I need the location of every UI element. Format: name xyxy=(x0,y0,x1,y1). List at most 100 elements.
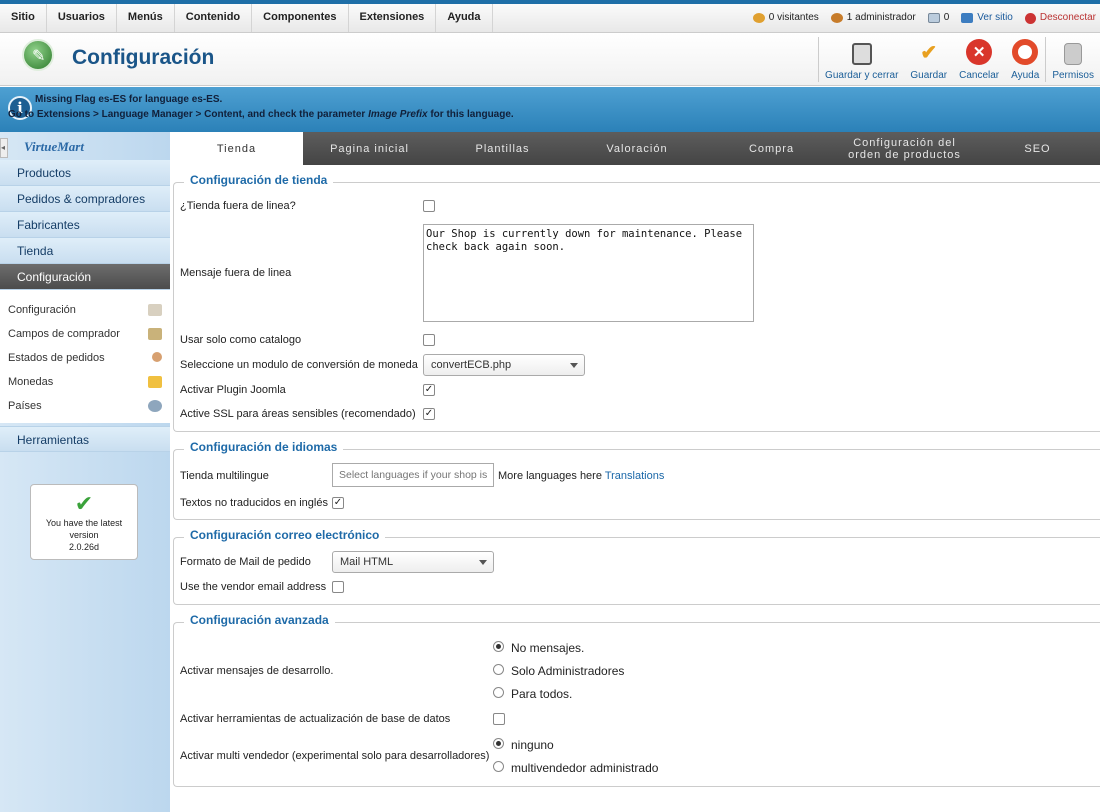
version-box: ✔ You have the latest version 2.0.26d xyxy=(30,484,138,560)
menu-contenido[interactable]: Contenido xyxy=(175,4,253,32)
joomla-plugin-checkbox[interactable]: ✓ xyxy=(423,384,435,396)
more-languages-label: More languages here xyxy=(498,470,602,482)
tab-plantillas[interactable]: Plantillas xyxy=(436,132,569,165)
view-site-link[interactable]: Ver sitio xyxy=(961,4,1013,32)
page-header: ✎ Configuración Guardar y cerrar ✔ Guarda… xyxy=(0,33,1100,86)
coins-icon xyxy=(148,376,162,388)
untranslated-checkbox[interactable]: ✓ xyxy=(332,497,344,509)
menu-menus[interactable]: Menús xyxy=(117,4,175,32)
vendor-email-checkbox[interactable] xyxy=(332,581,344,593)
subnav-campos[interactable]: Campos de comprador xyxy=(0,322,170,346)
dev-radio-admins[interactable] xyxy=(493,664,504,675)
section-title: Configuración correo electrónico xyxy=(184,528,386,542)
permissions-button[interactable]: Permisos xyxy=(1046,33,1100,86)
multivendor-option-none: ninguno xyxy=(511,738,554,752)
sidebar-item-tienda[interactable]: Tienda xyxy=(0,238,170,264)
virtuemart-logo[interactable]: VirtueMart xyxy=(10,135,130,160)
menu-ayuda[interactable]: Ayuda xyxy=(436,4,493,32)
monitor-icon xyxy=(961,13,974,23)
logout-label: Desconectar xyxy=(1039,12,1096,23)
menu-componentes[interactable]: Componentes xyxy=(252,4,349,32)
menu-usuarios[interactable]: Usuarios xyxy=(47,4,117,32)
dev-radio-all[interactable] xyxy=(493,687,504,698)
user-icon xyxy=(830,13,843,23)
system-message: i Missing Flag es-ES for language es-ES.… xyxy=(0,87,1100,132)
logout-link[interactable]: Desconectar xyxy=(1024,4,1096,32)
mail-icon xyxy=(927,13,940,23)
multivendor-option-admin: multivendedor administrado xyxy=(511,761,659,775)
floppy-icon xyxy=(851,43,872,65)
config-subnav: Configuración Campos de comprador Estado… xyxy=(0,290,170,423)
sidebar-item-herramientas[interactable]: Herramientas xyxy=(0,426,170,452)
page-title: Configuración xyxy=(72,46,215,69)
subnav-paises[interactable]: Países xyxy=(0,394,170,418)
section-title: Configuración de tienda xyxy=(184,173,334,187)
untranslated-label: Textos no traducidos en inglés xyxy=(180,497,328,509)
catalog-checkbox[interactable] xyxy=(423,334,435,346)
multivendor-radio-admin[interactable] xyxy=(493,761,504,772)
chevron-down-icon xyxy=(479,560,487,565)
offline-checkbox[interactable] xyxy=(423,200,435,212)
subnav-configuracion[interactable]: Configuración xyxy=(0,298,170,322)
menu-extensiones[interactable]: Extensiones xyxy=(349,4,437,32)
users-icon xyxy=(752,13,765,23)
languages-input[interactable] xyxy=(332,463,494,487)
more-languages-text: More languages here Translations xyxy=(498,470,664,482)
sidebar-item-productos[interactable]: Productos xyxy=(0,160,170,186)
tools-icon xyxy=(148,304,162,316)
offline-message-label: Mensaje fuera de linea xyxy=(180,267,292,279)
message-text: Go to Extensions > Language Manager > Co… xyxy=(8,109,369,120)
sidebar-item-pedidos[interactable]: Pedidos & compradores xyxy=(0,186,170,212)
subnav-configuracion-label: Configuración xyxy=(8,304,76,316)
main-menu: Sitio Usuarios Menús Contenido Component… xyxy=(0,4,493,32)
help-label: Ayuda xyxy=(1011,70,1040,81)
checkmark-icon: ✔ xyxy=(920,41,938,64)
virtuemart-logo-text: VirtueMart xyxy=(24,139,84,154)
status-bar: 0 visitantes 1 administrador 0 Ver sitio… xyxy=(741,4,1096,32)
form-icon xyxy=(148,328,162,340)
subnav-monedas[interactable]: Monedas xyxy=(0,370,170,394)
toolbar: Guardar y cerrar ✔ Guardar ✕ Cancelar Ayud… xyxy=(818,33,1100,86)
collapse-sidebar-button[interactable]: ◂ xyxy=(0,138,8,158)
subnav-campos-label: Campos de comprador xyxy=(8,328,120,340)
multivendor-radio-none[interactable] xyxy=(493,738,504,749)
cancel-button[interactable]: ✕ Cancelar xyxy=(953,33,1005,86)
save-button[interactable]: ✔ Guardar xyxy=(904,33,953,86)
section-title: Configuración avanzada xyxy=(184,613,335,627)
version-line-2: version xyxy=(69,530,99,540)
globe-icon xyxy=(148,400,162,412)
version-line-1: You have the latest xyxy=(45,518,123,528)
tab-valoracion[interactable]: Valoración xyxy=(569,132,705,165)
subnav-estados[interactable]: Estados de pedidos xyxy=(0,346,170,370)
tab-tienda[interactable]: Tienda xyxy=(170,132,303,165)
sidebar: ◂ VirtueMart Productos Pedidos & comprad… xyxy=(0,132,170,812)
ssl-checkbox[interactable]: ✓ xyxy=(423,408,435,420)
save-close-label: Guardar y cerrar xyxy=(825,70,899,81)
currency-module-value: convertECB.php xyxy=(431,359,512,371)
currency-module-select[interactable]: convertECB.php xyxy=(423,354,585,376)
help-button[interactable]: Ayuda xyxy=(1005,33,1045,86)
messages-status[interactable]: 0 xyxy=(927,4,949,32)
menu-sitio[interactable]: Sitio xyxy=(0,4,47,32)
sidebar-item-fabricantes[interactable]: Fabricantes xyxy=(0,212,170,238)
sidebar-item-configuracion[interactable]: Configuración xyxy=(0,264,170,290)
tab-pagina-inicial[interactable]: Pagina inicial xyxy=(303,132,436,165)
subnav-estados-label: Estados de pedidos xyxy=(8,352,105,364)
tab-compra[interactable]: Compra xyxy=(705,132,838,165)
permissions-label: Permisos xyxy=(1052,70,1094,81)
save-close-button[interactable]: Guardar y cerrar xyxy=(819,33,904,86)
dev-option-admins: Solo Administradores xyxy=(511,664,625,678)
mail-format-select[interactable]: Mail HTML xyxy=(332,551,494,573)
tab-seo[interactable]: SEO xyxy=(971,132,1100,165)
db-tools-label: Activar herramientas de actualización de… xyxy=(180,713,451,725)
admins-status: 1 administrador xyxy=(830,4,916,32)
dev-radio-none[interactable] xyxy=(493,641,504,652)
offline-message-textarea[interactable]: Our Shop is currently down for maintenan… xyxy=(423,224,754,322)
translations-link[interactable]: Translations xyxy=(605,470,665,482)
lifebuoy-icon xyxy=(1012,39,1039,65)
tab-orden-productos[interactable]: Configuración del orden de productos xyxy=(838,132,971,165)
email-config-section: Configuración correo electrónico xyxy=(173,528,1100,605)
db-tools-checkbox[interactable] xyxy=(493,713,505,725)
status-icon xyxy=(152,352,162,362)
lock-icon xyxy=(1064,43,1083,65)
